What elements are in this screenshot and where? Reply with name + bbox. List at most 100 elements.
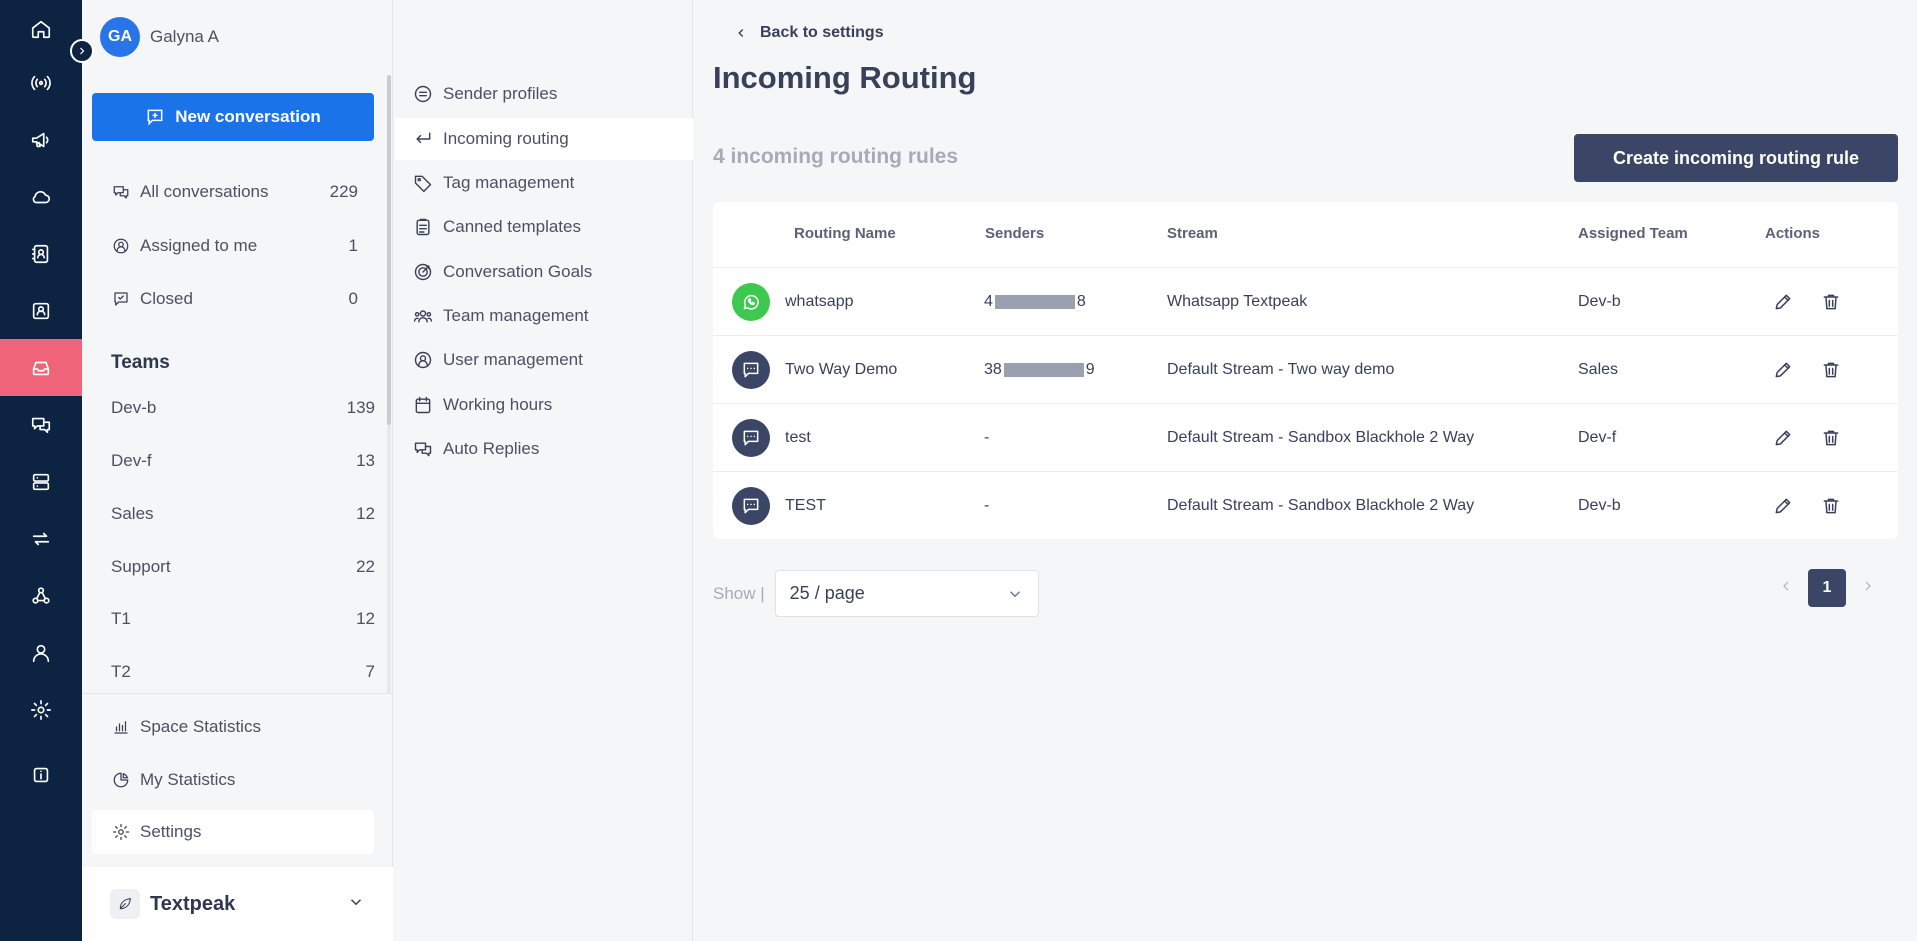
- sms-icon: [732, 419, 770, 457]
- chevron-left-icon: [738, 29, 744, 37]
- pagination: 1: [1778, 569, 1876, 607]
- team-label: Support: [111, 557, 171, 576]
- page-size-select[interactable]: 25 / page: [774, 570, 1039, 617]
- trash-icon: [1823, 362, 1839, 378]
- rail-server[interactable]: [0, 453, 82, 510]
- menu-working-hours[interactable]: Working hours: [395, 384, 693, 426]
- team-count: 7: [365, 662, 375, 681]
- menu-conversation-goals[interactable]: Conversation Goals: [395, 251, 693, 293]
- menu-user-management[interactable]: User management: [395, 339, 693, 381]
- contacts-book-icon: [31, 244, 49, 263]
- create-routing-rule-button[interactable]: Create incoming routing rule: [1574, 134, 1898, 182]
- next-page-button[interactable]: [1860, 578, 1876, 599]
- edit-button[interactable]: [1773, 496, 1793, 516]
- sender-profile-icon: [414, 85, 432, 103]
- redacted-block: [994, 295, 1075, 309]
- prev-page-button[interactable]: [1778, 578, 1794, 599]
- team-item-dev-f[interactable]: Dev-f 13: [111, 451, 375, 471]
- team-count: 12: [356, 609, 375, 628]
- sidebar-scrollbar-track[interactable]: [387, 425, 391, 693]
- menu-label: Team management: [443, 306, 589, 325]
- team-item-t1[interactable]: T1 12: [111, 609, 375, 629]
- delete-button[interactable]: [1821, 360, 1841, 380]
- team-item-dev-b[interactable]: Dev-b 139: [111, 398, 375, 418]
- menu-sender-profiles[interactable]: Sender profiles: [395, 73, 693, 115]
- table-row[interactable]: TEST - Default Stream - Sandbox Blackhol…: [713, 471, 1898, 539]
- workspace-logo: [110, 889, 140, 919]
- filter-all-conversations[interactable]: All conversations 229: [92, 170, 374, 214]
- redacted-block: [1003, 363, 1084, 377]
- edit-button[interactable]: [1773, 360, 1793, 380]
- delete-button[interactable]: [1821, 496, 1841, 516]
- edit-button[interactable]: [1773, 292, 1793, 312]
- sidebar-scrollbar-thumb[interactable]: [387, 75, 391, 425]
- chevron-down-icon: [1009, 590, 1020, 597]
- menu-auto-replies[interactable]: Auto Replies: [395, 428, 693, 470]
- settings-link[interactable]: Settings: [92, 810, 374, 854]
- team-item-support[interactable]: Support 22: [111, 557, 375, 577]
- menu-incoming-routing[interactable]: Incoming routing: [395, 118, 693, 160]
- sender-prefix: 38: [984, 361, 1002, 378]
- rail-contact-card[interactable]: [0, 282, 82, 339]
- column-header-senders[interactable]: Senders: [985, 225, 1044, 242]
- rail-profile[interactable]: [0, 624, 82, 681]
- table-row[interactable]: test - Default Stream - Sandbox Blackhol…: [713, 403, 1898, 471]
- back-to-settings-link[interactable]: Back to settings: [734, 24, 884, 42]
- user-profile[interactable]: GA Galyna A: [100, 17, 219, 57]
- rail-contacts[interactable]: [0, 225, 82, 282]
- team-item-t2[interactable]: T2 7: [111, 662, 375, 682]
- workspace-switcher[interactable]: Textpeak: [82, 867, 393, 941]
- sender-number: -: [984, 497, 990, 514]
- page-number-button[interactable]: 1: [1808, 569, 1846, 607]
- back-label: Back to settings: [760, 24, 884, 41]
- rail-campaigns[interactable]: [0, 111, 82, 168]
- rail-conversations[interactable]: [0, 396, 82, 453]
- sidebar-collapse-toggle[interactable]: [70, 39, 94, 63]
- rail-webhooks[interactable]: [0, 567, 82, 624]
- team-count: 13: [356, 451, 375, 470]
- my-statistics-label: My Statistics: [140, 770, 236, 789]
- clipboard-icon: [416, 218, 430, 236]
- main-content: Back to settings Incoming Routing 4 inco…: [694, 0, 1917, 941]
- routing-rules-table: Routing Name Senders Stream Assigned Tea…: [713, 202, 1898, 539]
- chat-check-icon: [114, 292, 128, 306]
- my-statistics-link[interactable]: My Statistics: [92, 758, 374, 802]
- rail-cloud[interactable]: [0, 168, 82, 225]
- menu-canned-templates[interactable]: Canned templates: [395, 206, 693, 248]
- team-item-sales[interactable]: Sales 12: [111, 504, 375, 524]
- column-header-routing-name[interactable]: Routing Name: [794, 225, 896, 242]
- delete-button[interactable]: [1821, 428, 1841, 448]
- menu-tag-management[interactable]: Tag management: [395, 162, 693, 204]
- gear-icon: [31, 699, 51, 720]
- teams-heading: Teams: [111, 352, 170, 373]
- conversation-sidebar: GA Galyna A New conversation All convers…: [70, 0, 393, 941]
- edit-button[interactable]: [1773, 428, 1793, 448]
- chevron-right-icon: [1865, 581, 1871, 590]
- filter-closed[interactable]: Closed 0: [92, 277, 374, 321]
- column-header-assigned-team[interactable]: Assigned Team: [1578, 225, 1688, 242]
- rail-settings[interactable]: [0, 681, 82, 738]
- show-label: Show |: [713, 583, 765, 603]
- filter-assigned-to-me[interactable]: Assigned to me 1: [92, 224, 374, 268]
- assigned-team: Dev-b: [1578, 497, 1621, 514]
- team-count: 12: [356, 504, 375, 523]
- table-row[interactable]: whatsapp 4 8 Whatsapp Textpeak Dev-b: [713, 267, 1898, 335]
- space-statistics-label: Space Statistics: [140, 717, 261, 736]
- pencil-icon: [1775, 498, 1791, 514]
- pencil-icon: [1775, 430, 1791, 446]
- rail-info[interactable]: [0, 746, 82, 803]
- menu-team-management[interactable]: Team management: [395, 295, 693, 337]
- chevron-left-icon: [1783, 581, 1789, 590]
- page-size-control: Show | 25 / page: [713, 570, 1039, 617]
- rail-inbox[interactable]: [0, 339, 82, 396]
- rail-swap[interactable]: [0, 510, 82, 567]
- space-statistics-link[interactable]: Space Statistics: [92, 705, 374, 749]
- workspace-name: Textpeak: [150, 892, 236, 915]
- rail-broadcast[interactable]: [0, 54, 82, 111]
- delete-button[interactable]: [1821, 292, 1841, 312]
- column-header-stream[interactable]: Stream: [1167, 225, 1218, 242]
- stream-name: Whatsapp Textpeak: [1167, 293, 1308, 310]
- new-conversation-button[interactable]: New conversation: [92, 93, 374, 141]
- trash-icon: [1823, 430, 1839, 446]
- table-row[interactable]: Two Way Demo 38 9 Default Stream - Two w…: [713, 335, 1898, 403]
